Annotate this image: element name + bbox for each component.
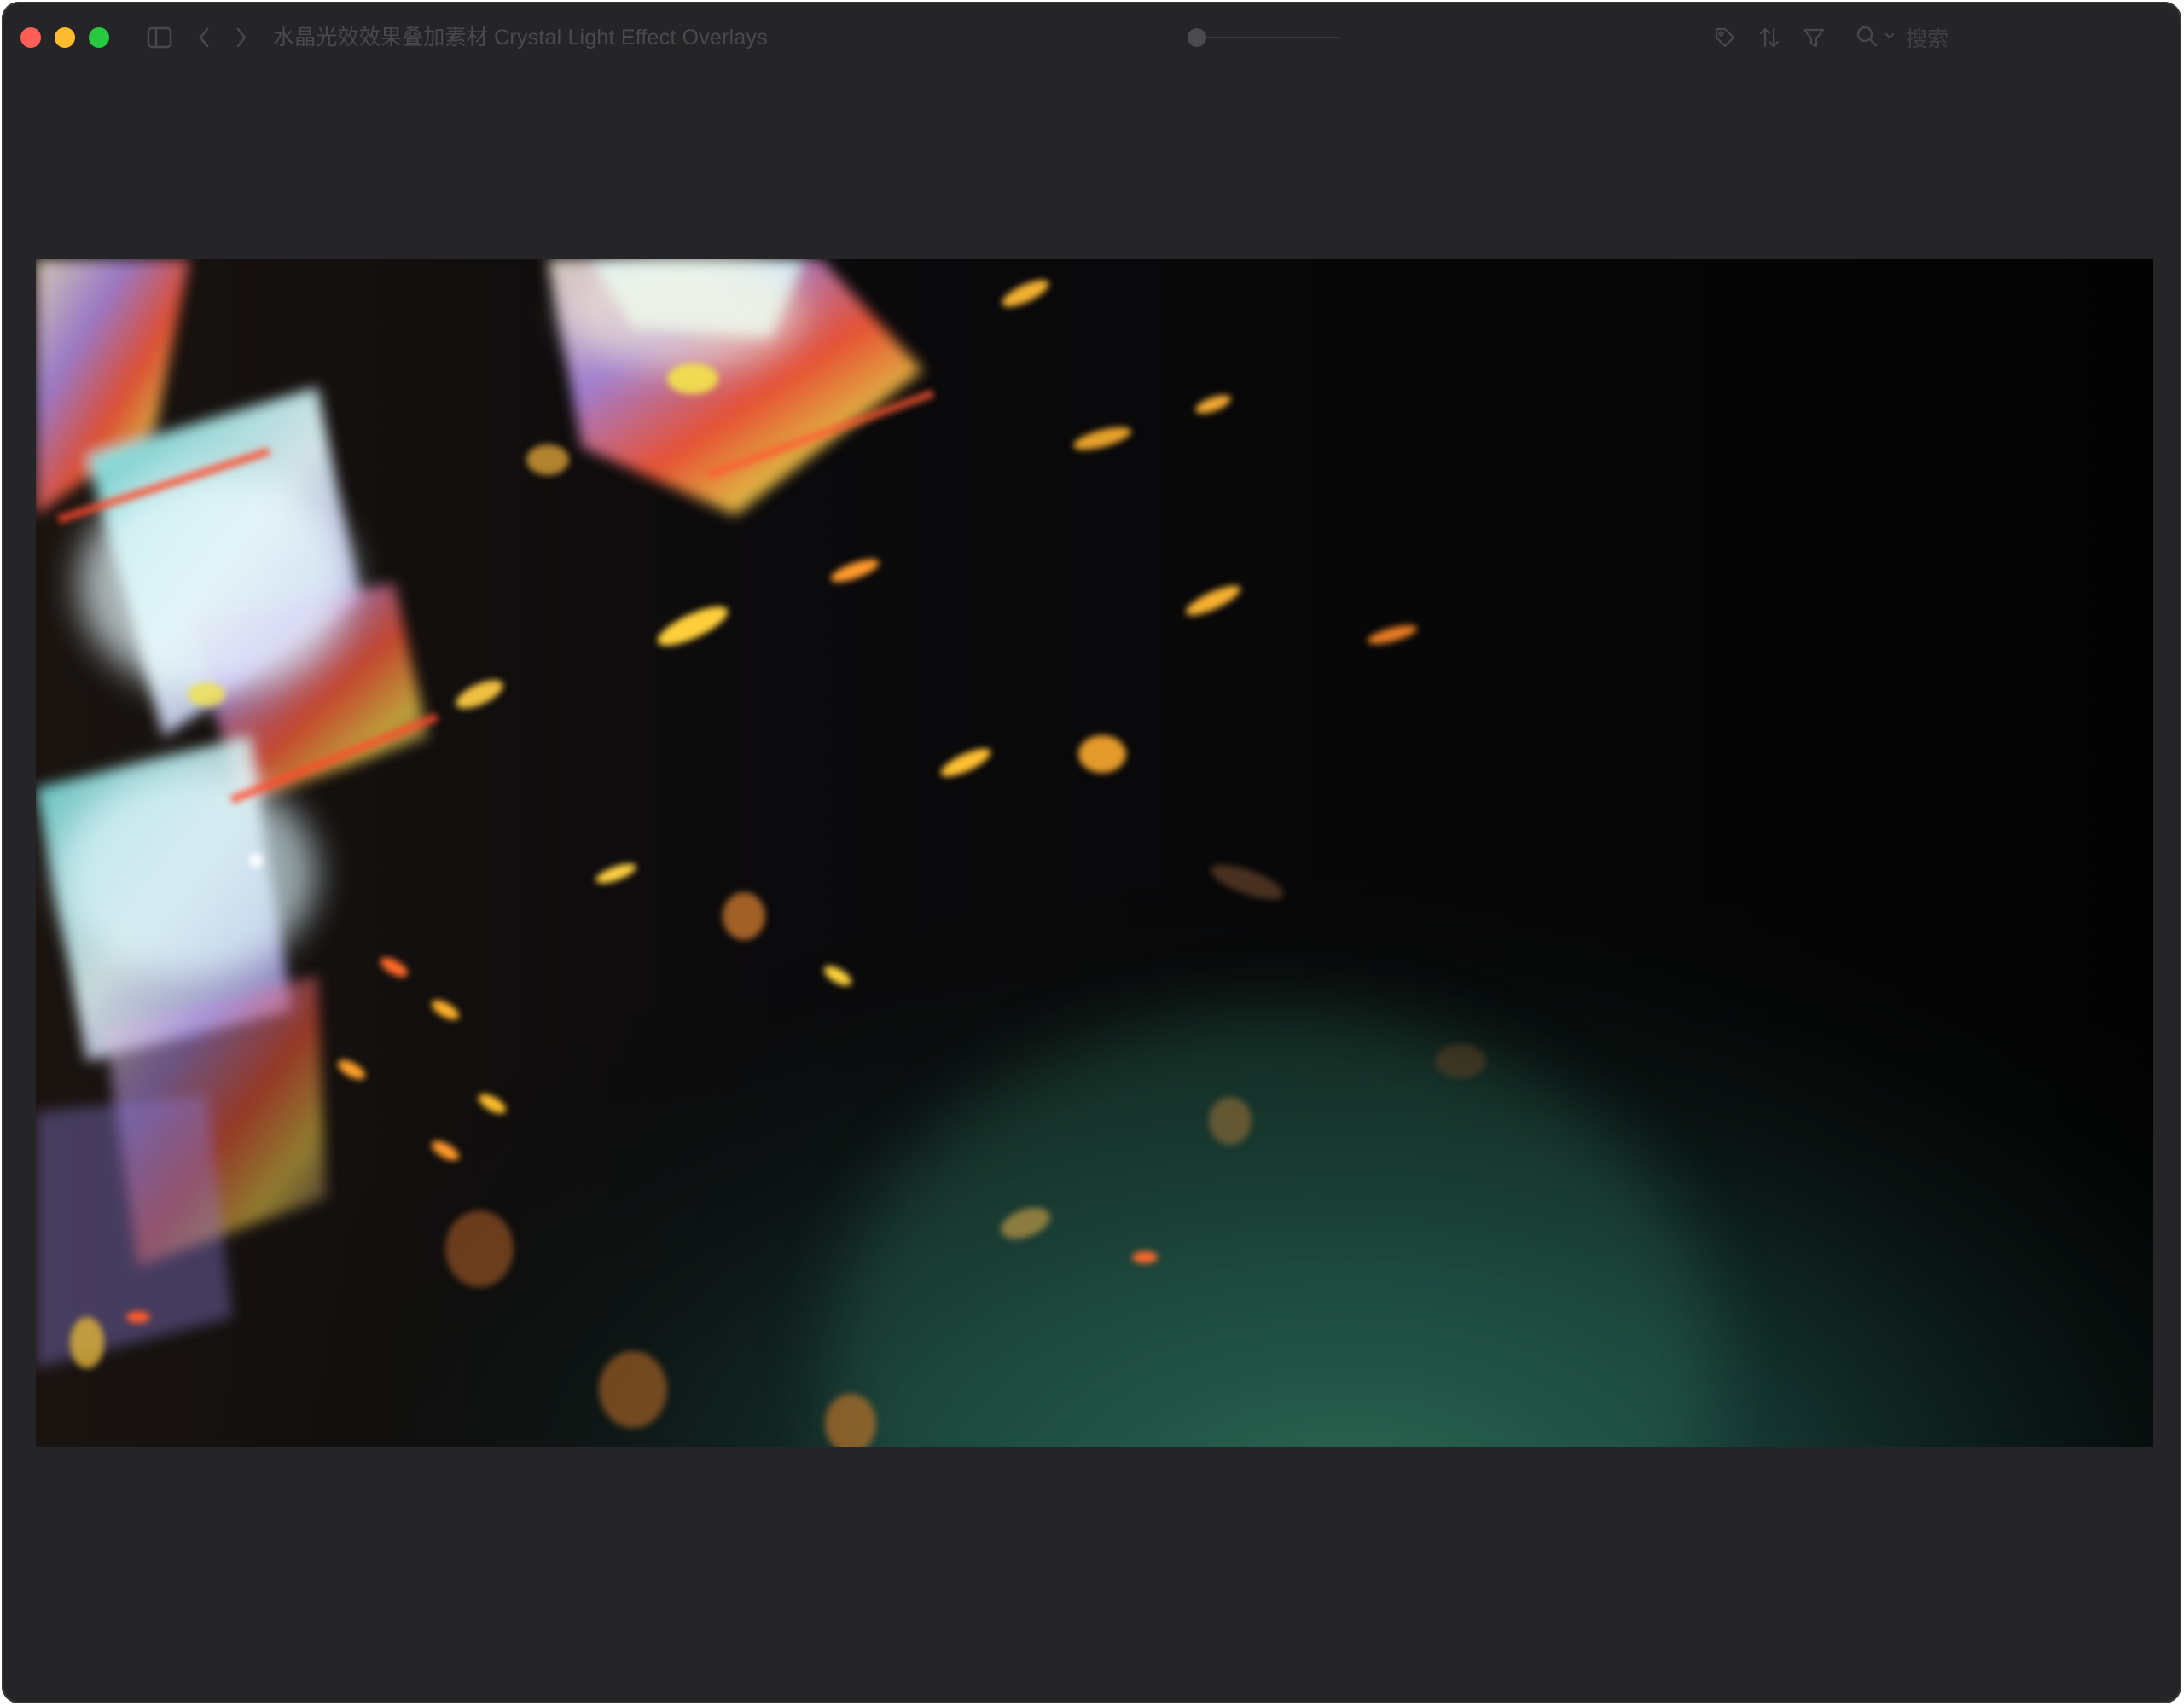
zoom-slider[interactable] (1188, 26, 1341, 49)
sidebar-icon[interactable] (145, 24, 174, 51)
filter-icon[interactable] (1800, 24, 1827, 51)
slider-track (1196, 37, 1341, 38)
zoom-button[interactable] (89, 27, 109, 48)
slider-thumb[interactable] (1188, 28, 1206, 47)
app-window: 水晶光效效果叠加素材 Crystal Light Effect Overlays (2, 2, 2181, 1703)
close-button[interactable] (20, 27, 41, 48)
crystal-light-image (36, 259, 2153, 1447)
chevron-left-icon[interactable] (195, 24, 213, 51)
chevron-down-icon[interactable] (1884, 30, 1896, 46)
search-placeholder: 搜索 (1906, 27, 1949, 51)
search-icon[interactable] (1855, 24, 1879, 52)
chevron-right-icon[interactable] (232, 24, 251, 51)
title-bar[interactable]: 水晶光效效果叠加素材 Crystal Light Effect Overlays (2, 2, 2181, 73)
search-field[interactable]: 搜索 (1855, 22, 1949, 53)
image-preview (36, 259, 2153, 1447)
sort-icon[interactable] (1756, 24, 1783, 51)
minimize-button[interactable] (55, 27, 75, 48)
tag-icon[interactable] (1711, 24, 1739, 51)
window-title: 水晶光效效果叠加素材 Crystal Light Effect Overlays (273, 26, 768, 49)
